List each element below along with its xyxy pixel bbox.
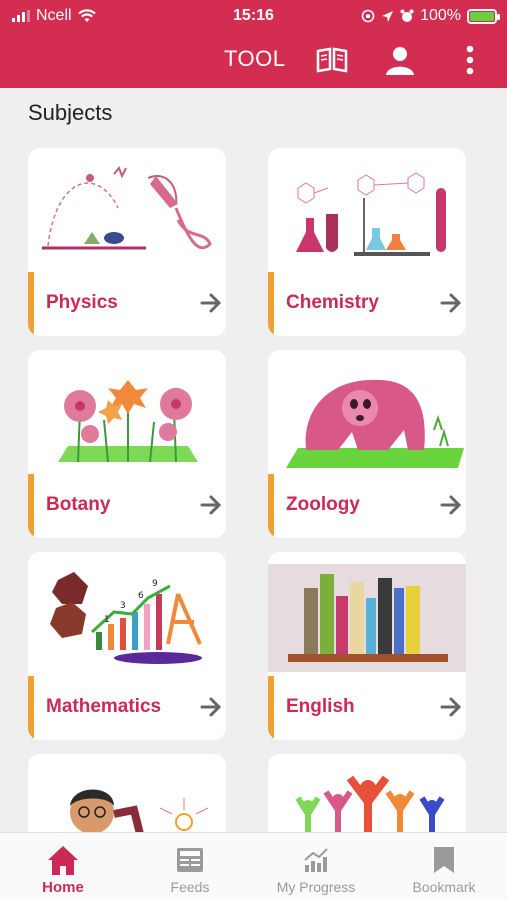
zoology-illustration	[286, 379, 464, 468]
arrow-right-icon	[200, 697, 222, 717]
arrow-right-icon	[440, 293, 462, 313]
profile-icon[interactable]	[382, 42, 418, 78]
subject-card-mathematics[interactable]: 1 3 6 9 Mathematics	[28, 552, 226, 740]
lock-rotation-icon	[361, 9, 375, 23]
card-accent	[28, 676, 34, 740]
more-vert-icon[interactable]	[452, 42, 488, 78]
card-accent	[268, 272, 274, 336]
physics-illustration	[42, 166, 212, 250]
battery-percent: 100%	[420, 7, 461, 24]
svg-text:1: 1	[104, 615, 110, 625]
nav-home[interactable]: Home	[8, 843, 118, 896]
card-accent	[28, 272, 34, 336]
feeds-icon	[177, 848, 203, 872]
subject-card-botany[interactable]: Botany	[28, 350, 226, 538]
bottom-nav: Home Feeds My Progress Bookmark	[0, 832, 507, 900]
battery-icon	[467, 8, 500, 24]
subject-card-zoology[interactable]: Zoology	[268, 350, 466, 538]
card-accent	[268, 676, 274, 740]
location-icon	[382, 10, 394, 22]
subject-card-chemistry[interactable]: Chemistry	[268, 148, 466, 336]
mathematics-illustration: 1 3 6 9	[50, 572, 202, 664]
svg-text:3: 3	[120, 601, 126, 611]
home-icon	[48, 846, 78, 875]
subject-label: Botany	[46, 494, 111, 515]
alarm-icon	[400, 9, 414, 22]
nav-label: My Progress	[276, 879, 356, 895]
svg-text:6: 6	[138, 591, 144, 601]
card-accent	[268, 474, 274, 538]
arrow-right-icon	[440, 697, 462, 717]
section-title: Subjects	[28, 100, 113, 125]
card-accent	[28, 474, 34, 538]
subject-label: Physics	[46, 292, 118, 313]
bookmark-icon	[434, 847, 454, 873]
nav-my-progress[interactable]: My Progress	[261, 843, 371, 895]
nav-label: Home	[42, 879, 84, 896]
top-bar: Ncell 15:16 100% TOOL	[0, 0, 507, 88]
arrow-right-icon	[200, 293, 222, 313]
nav-feeds[interactable]: Feeds	[135, 843, 245, 895]
arrow-right-icon	[200, 495, 222, 515]
status-bar: Ncell 15:16 100%	[0, 0, 507, 32]
subject-card-english[interactable]: English	[268, 552, 466, 740]
book-icon[interactable]	[314, 42, 350, 78]
arrow-right-icon	[440, 495, 462, 515]
chart-icon	[304, 848, 328, 872]
nav-bookmark[interactable]: Bookmark	[389, 843, 499, 895]
app-bar: TOOL	[0, 34, 507, 86]
botany-illustration	[58, 380, 198, 463]
chemistry-illustration	[296, 172, 446, 256]
subject-card-physics[interactable]: Physics	[28, 148, 226, 336]
subject-label: Mathematics	[46, 696, 162, 717]
nav-label: Bookmark	[412, 879, 476, 895]
subject-label: English	[286, 696, 355, 717]
subject-label: Chemistry	[286, 292, 379, 313]
svg-text:9: 9	[152, 579, 158, 589]
tool-title[interactable]: TOOL	[224, 46, 286, 72]
english-illustration	[268, 564, 466, 672]
nav-label: Feeds	[170, 879, 210, 895]
subject-label: Zoology	[286, 494, 360, 515]
